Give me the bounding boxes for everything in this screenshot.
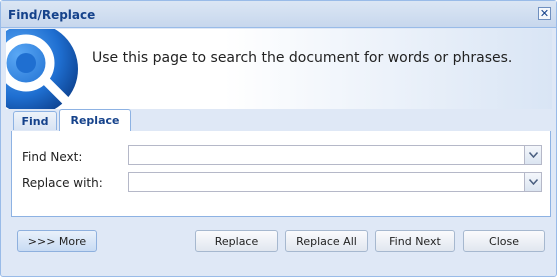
replace-tab-panel: Find Next: Replace with: — [11, 131, 551, 217]
close-button[interactable]: Close — [463, 230, 545, 252]
intro-text: Use this page to search the document for… — [92, 50, 513, 66]
find-next-input[interactable] — [129, 146, 525, 164]
header-panel: Use this page to search the document for… — [6, 29, 552, 109]
tab-find[interactable]: Find — [13, 111, 57, 130]
replace-with-input[interactable] — [129, 173, 525, 191]
replace-with-combo[interactable] — [128, 172, 542, 192]
title-bar[interactable]: Find/Replace ✕ — [1, 1, 556, 28]
chevron-down-icon[interactable] — [524, 146, 541, 164]
find-next-combo[interactable] — [128, 145, 542, 165]
find-next-label: Find Next: — [22, 150, 83, 164]
find-next-button[interactable]: Find Next — [375, 230, 455, 252]
replace-all-button[interactable]: Replace All — [285, 230, 368, 252]
dialog-title: Find/Replace — [8, 8, 96, 22]
tab-strip: Find Replace — [11, 109, 551, 132]
chevron-down-icon[interactable] — [524, 173, 541, 191]
replace-with-label: Replace with: — [22, 176, 103, 190]
app-logo-icon — [6, 29, 78, 109]
more-button[interactable]: >>> More — [17, 230, 97, 252]
replace-button[interactable]: Replace — [195, 230, 278, 252]
tab-replace[interactable]: Replace — [59, 109, 131, 131]
close-icon[interactable]: ✕ — [538, 7, 551, 20]
find-replace-dialog: Find/Replace ✕ Use this page to search t… — [0, 0, 557, 277]
